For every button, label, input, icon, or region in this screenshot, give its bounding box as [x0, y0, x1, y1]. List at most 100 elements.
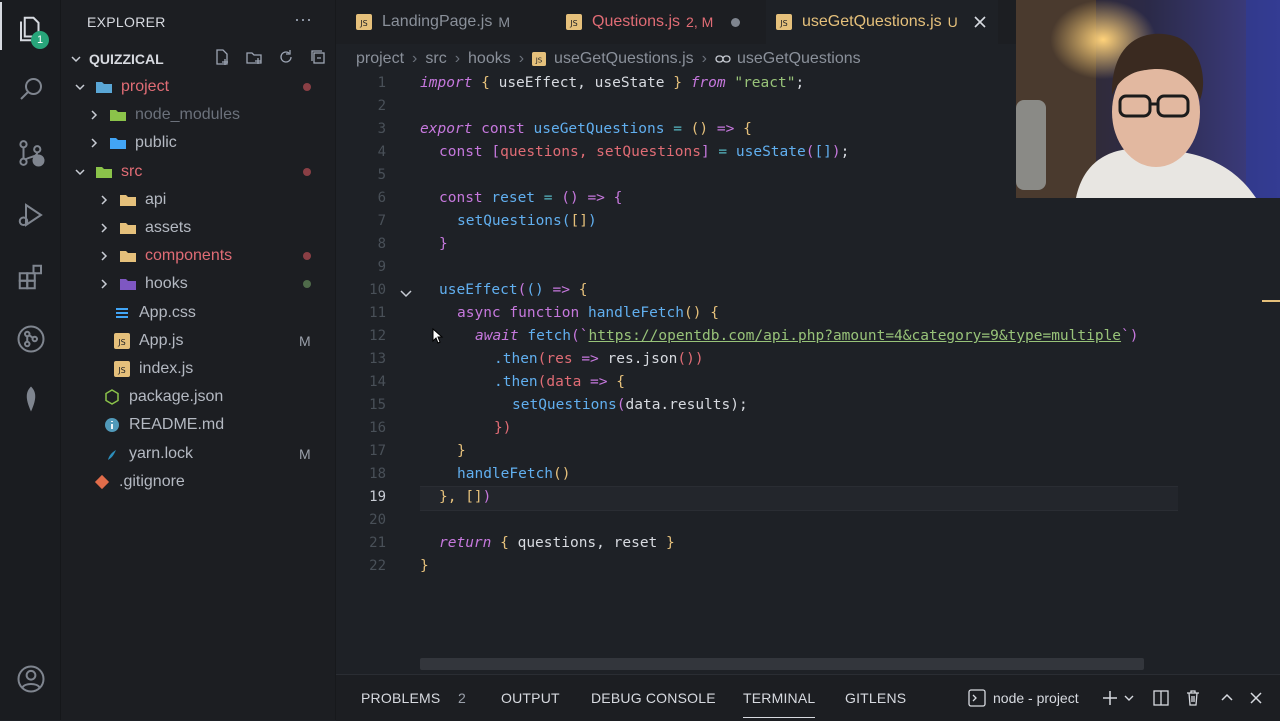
leaf-icon[interactable] [14, 382, 48, 416]
chevron-right-icon [97, 249, 111, 263]
extensions-icon[interactable] [14, 260, 48, 294]
chevron-right-icon [97, 221, 111, 235]
tree-item-api[interactable]: api [61, 186, 335, 214]
tab-flag: U [947, 14, 958, 30]
js-file-icon: JS [113, 332, 131, 350]
chevron-down-icon [69, 52, 83, 66]
unsaved-dot-icon [731, 17, 741, 27]
yarn-icon [103, 445, 121, 463]
run-debug-icon[interactable] [14, 198, 48, 232]
tab-output[interactable]: OUTPUT [501, 690, 560, 706]
tab-flag: 2, M [686, 14, 714, 30]
horizontal-scrollbar[interactable] [420, 658, 1144, 670]
code-line-13: .then(res => res.json()) [494, 351, 704, 367]
url-link[interactable]: https://opentdb.com/api.php?amount=4&cat… [589, 328, 1122, 344]
git-status-dot [303, 83, 311, 91]
tab-gitlens[interactable]: GITLENS [845, 690, 906, 706]
breadcrumb-item[interactable]: project [356, 50, 404, 68]
tab-label: useGetQuestions.js [802, 13, 942, 30]
svg-text:JS: JS [569, 19, 577, 28]
tab-debug-console[interactable]: DEBUG CONSOLE [591, 690, 716, 706]
info-icon [103, 416, 121, 434]
breadcrumb-item[interactable]: src [425, 50, 446, 68]
vscode-window: 1 EXPLORER ··· QUIZZICAL project node_mo… [0, 0, 1280, 721]
search-icon[interactable] [14, 72, 48, 106]
code-line-16: }) [494, 420, 512, 436]
tree-item-hooks[interactable]: hooks [61, 270, 335, 298]
tree-item-readme-md[interactable]: README.md [61, 411, 335, 439]
close-icon[interactable] [974, 16, 986, 28]
line-number: 5 [336, 164, 396, 187]
refresh-icon[interactable] [277, 48, 295, 66]
maximize-panel-icon[interactable] [1218, 689, 1236, 707]
tree-item-label: components [145, 247, 233, 265]
chevron-right-icon: › [518, 50, 525, 67]
breadcrumb-item[interactable]: useGetQuestions.js [554, 50, 694, 68]
svg-text:JS: JS [535, 57, 543, 65]
problems-count: 2 [458, 690, 466, 706]
line-number: 20 [336, 509, 396, 532]
code-line-7: setQuestions([]) [457, 213, 597, 229]
tree-item-label: App.js [139, 331, 184, 349]
line-number: 9 [336, 256, 396, 279]
folder-icon [95, 163, 113, 181]
tree-item-src[interactable]: src [61, 158, 335, 186]
tree-item-app-js[interactable]: JS App.js M [61, 327, 335, 355]
git-status-badge: M [299, 332, 311, 349]
breadcrumb-item[interactable]: useGetQuestions [737, 50, 861, 68]
code-line-22: } [420, 558, 429, 574]
tree-item-gitignore[interactable]: .gitignore [61, 468, 335, 496]
chevron-down-icon [73, 165, 87, 179]
workspace-name: QUIZZICAL [89, 51, 164, 67]
tab-terminal[interactable]: TERMINAL [743, 690, 816, 718]
collapse-all-icon[interactable] [309, 48, 327, 66]
tree-item-project[interactable]: project [61, 73, 335, 101]
account-icon[interactable] [14, 662, 48, 696]
folder-icon [109, 134, 127, 152]
tree-item-app-css[interactable]: App.css [61, 299, 335, 327]
tree-item-index-js[interactable]: JS index.js [61, 355, 335, 383]
tree-item-components[interactable]: components [61, 242, 335, 270]
tree-item-label: api [145, 190, 167, 208]
tab-questions[interactable]: JS Questions.js 2, M [566, 0, 741, 44]
more-actions-icon[interactable]: ··· [294, 9, 312, 30]
new-folder-icon[interactable] [245, 48, 263, 66]
tree-item-node-modules[interactable]: node_modules [61, 101, 335, 129]
trash-icon[interactable] [1184, 689, 1202, 707]
tab-problems[interactable]: PROBLEMS [361, 690, 440, 706]
terminal-selector[interactable]: node - project [993, 690, 1079, 706]
tree-item-label: node_modules [135, 106, 240, 124]
new-file-icon[interactable] [213, 48, 231, 66]
add-terminal-icon[interactable] [1101, 689, 1119, 707]
tree-item-yarn-lock[interactable]: yarn.lock M [61, 440, 335, 468]
tree-item-label: public [135, 134, 177, 152]
breadcrumb-item[interactable]: hooks [468, 50, 511, 68]
source-control-icon[interactable] [14, 136, 48, 170]
tree-item-label: project [121, 78, 170, 95]
webcam-overlay [1016, 0, 1280, 198]
chevron-right-icon: › [412, 50, 418, 67]
folder-icon [119, 219, 137, 237]
tab-landing-page[interactable]: JS LandingPage.js M [356, 0, 510, 44]
symbol-icon [715, 53, 731, 65]
code-line-12: await fetch(`https://opentdb.com/api.php… [475, 328, 1139, 344]
chevron-down-icon[interactable] [1123, 689, 1135, 707]
code-line-10: useEffect(() => { [439, 282, 588, 298]
close-panel-icon[interactable] [1247, 689, 1265, 707]
tab-use-get-questions[interactable]: JS useGetQuestions.js U [766, 0, 998, 44]
svg-text:JS: JS [359, 19, 367, 28]
explorer-title: EXPLORER [87, 14, 166, 30]
split-terminal-icon[interactable] [1152, 689, 1170, 707]
tree-item-package-json[interactable]: package.json [61, 383, 335, 411]
tree-item-label: yarn.lock [129, 444, 194, 462]
git-status-dot [303, 252, 311, 261]
code-line-11: async function handleFetch() { [457, 305, 719, 321]
tree-item-assets[interactable]: assets [61, 214, 335, 242]
gitlens-icon[interactable] [14, 322, 48, 356]
tree-item-public[interactable]: public [61, 129, 335, 157]
explorer-sidebar: EXPLORER ··· QUIZZICAL project node_modul… [61, 0, 336, 720]
